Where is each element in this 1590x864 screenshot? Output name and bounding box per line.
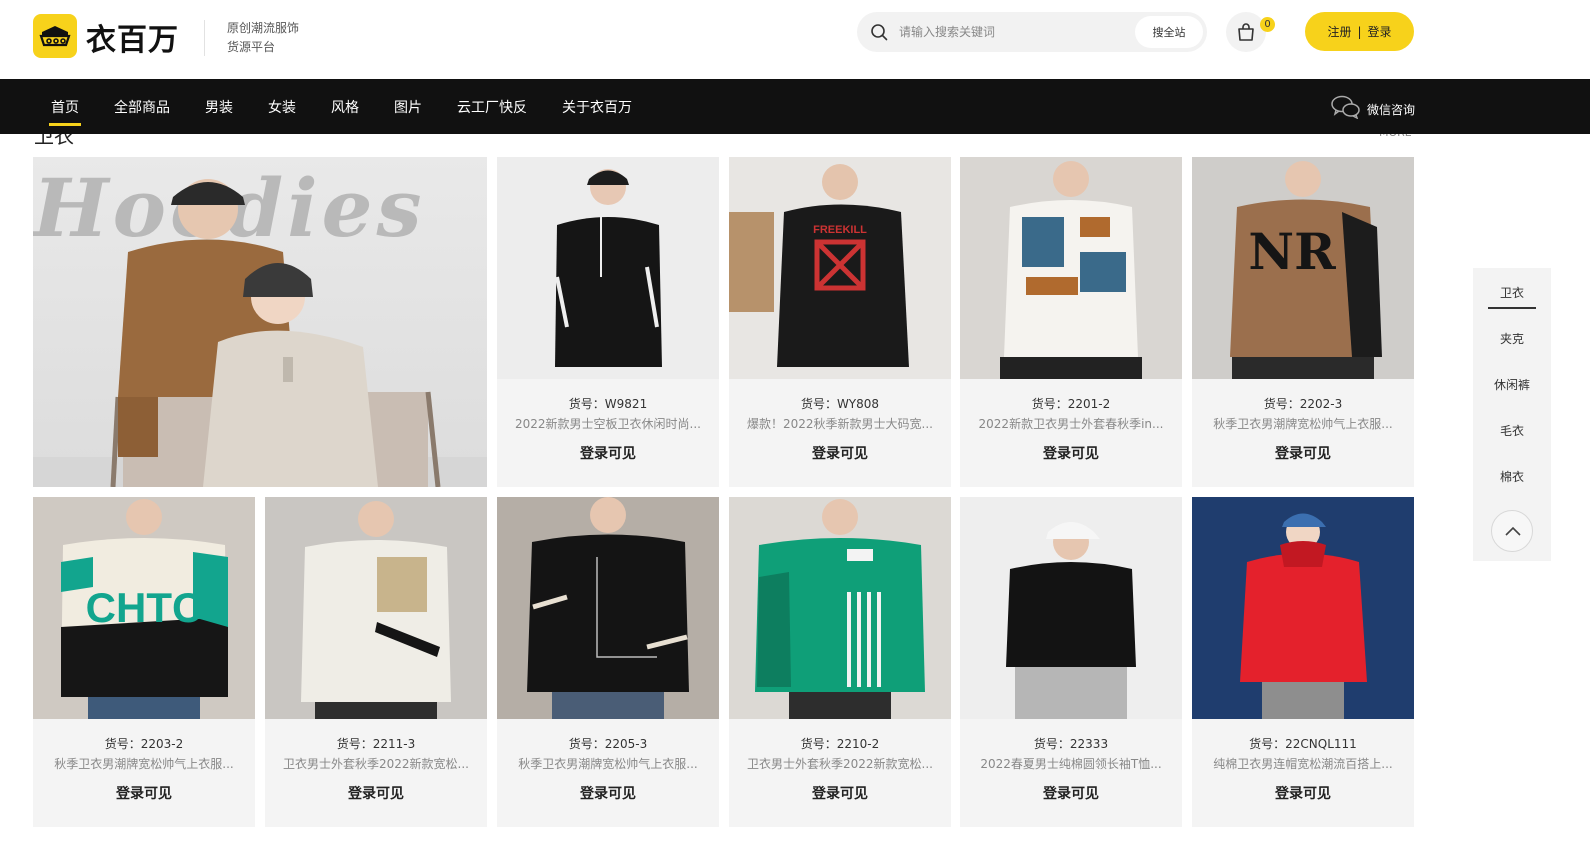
product-title[interactable]: 卫衣男士外套秋季2022新款宽松... [277,755,475,772]
product-sku: 货号：2203-2 [104,737,184,751]
product-card[interactable]: 货号：2210-2 卫衣男士外套秋季2022新款宽松... 登录可见 [729,497,951,827]
wechat-icon [1331,95,1360,119]
product-image[interactable]: FREEKILL [729,157,951,379]
side-item-hoodies[interactable]: 卫衣 [1473,284,1551,309]
product-image[interactable] [729,497,951,719]
side-item-sweaters[interactable]: 毛衣 [1473,422,1551,439]
category-side-panel: 卫衣 夹克 休闲裤 毛衣 棉衣 [1473,268,1551,561]
product-card[interactable]: 货号：22333 2022春夏男士纯棉圆领长袖T恤... 登录可见 [960,497,1182,827]
nav-item-images[interactable]: 图片 [394,97,422,117]
slogan-line-1: 原创潮流服饰 [227,21,300,35]
product-price-login[interactable]: 登录可见 [1192,443,1414,463]
wechat-label: 微信咨询 [1367,103,1416,117]
cart-count-badge: 0 [1260,17,1275,32]
header: 衣百万 原创潮流服饰 货源平台 搜全站 0 注册 | 登录 [0,0,1590,78]
logo-divider [204,20,205,56]
product-title[interactable]: 秋季卫衣男潮牌宽松帅气上衣服... [509,755,707,772]
product-price-login[interactable]: 登录可见 [960,443,1182,463]
back-to-top-button[interactable] [1491,510,1533,552]
product-image[interactable]: CHTC [33,497,255,719]
product-title[interactable]: 爆款！2022秋季新款男士大码宽... [741,415,939,432]
product-image[interactable] [497,157,719,379]
shopping-bag-icon [1238,23,1254,41]
auth-buttons: 注册 | 登录 [1305,12,1414,51]
auth-separator: | [1357,24,1362,39]
search-bar: 搜全站 [857,12,1207,52]
product-card[interactable]: CHTC 货号：2203-2 秋季卫衣男潮牌宽松帅气上衣服... 登录可见 [33,497,255,827]
product-price-login[interactable]: 登录可见 [33,783,255,803]
product-price-login[interactable]: 登录可见 [497,443,719,463]
product-card[interactable]: 货号：2205-3 秋季卫衣男潮牌宽松帅气上衣服... 登录可见 [497,497,719,827]
nav-item-all-products[interactable]: 全部商品 [114,97,170,117]
product-sku: 货号：22333 [1033,737,1109,751]
slogan-line-2: 货源平台 [227,40,276,54]
product-title[interactable]: 秋季卫衣男潮牌宽松帅气上衣服... [1204,415,1402,432]
product-price-login[interactable]: 登录可见 [729,783,951,803]
register-link[interactable]: 注册 [1327,23,1351,40]
print-text: NR [1248,222,1336,281]
product-price-login[interactable]: 登录可见 [497,783,719,803]
logo-text[interactable]: 衣百万 [86,15,179,59]
login-link[interactable]: 登录 [1368,23,1392,40]
product-sku: 货号：WY808 [800,397,880,411]
nav-item-about[interactable]: 关于衣百万 [562,97,632,117]
product-title[interactable]: 2022新款卫衣男士外套春秋季in... [972,415,1170,432]
banner-models-illustration [33,179,487,487]
product-price-login[interactable]: 登录可见 [1192,783,1414,803]
product-title[interactable]: 卫衣男士外套秋季2022新款宽松... [741,755,939,772]
search-input[interactable] [899,20,1119,44]
product-image[interactable] [960,157,1182,379]
product-image[interactable] [1192,497,1414,719]
nav-item-womenswear[interactable]: 女装 [268,97,296,117]
product-title[interactable]: 纯棉卫衣男连帽宽松潮流百搭上... [1204,755,1402,772]
category-banner-image[interactable]: Hoodies [33,157,487,487]
product-card[interactable]: FREEKILL 货号：WY808 爆款！2022秋季新款男士大码宽... 登录… [729,157,951,487]
main-nav: 首页 全部商品 男装 女装 风格 图片 云工厂快反 关于衣百万 微信咨询 [0,79,1590,134]
product-card[interactable]: 货号：22CNQL111 纯棉卫衣男连帽宽松潮流百搭上... 登录可见 [1192,497,1414,827]
nav-item-menswear[interactable]: 男装 [205,97,233,117]
product-sku: 货号：2210-2 [800,737,880,751]
product-image[interactable]: NR [1192,157,1414,379]
chevron-up-icon [1505,526,1521,536]
nav-item-cloud-factory[interactable]: 云工厂快反 [457,97,527,117]
side-item-jackets[interactable]: 夹克 [1473,330,1551,347]
product-sku: 货号：22CNQL111 [1249,737,1357,751]
side-item-casual-pants[interactable]: 休闲裤 [1473,376,1551,393]
product-sku: 货号：W9821 [568,397,648,411]
product-sku: 货号：2211-3 [336,737,416,751]
product-sku: 货号：2202-3 [1263,397,1343,411]
side-item-cotton-coats[interactable]: 棉衣 [1473,468,1551,485]
cart-button[interactable] [1226,12,1266,52]
product-card[interactable]: 货号：2201-2 2022新款卫衣男士外套春秋季in... 登录可见 [960,157,1182,487]
product-price-login[interactable]: 登录可见 [265,783,487,803]
product-title[interactable]: 2022春夏男士纯棉圆领长袖T恤... [972,755,1170,772]
product-image[interactable] [960,497,1182,719]
search-button[interactable]: 搜全站 [1135,16,1203,48]
logo-icon[interactable] [33,14,77,58]
product-card[interactable]: 货号：2211-3 卫衣男士外套秋季2022新款宽松... 登录可见 [265,497,487,827]
product-price-login[interactable]: 登录可见 [729,443,951,463]
nav-item-home[interactable]: 首页 [49,97,81,126]
nav-item-style[interactable]: 风格 [331,97,359,117]
product-title[interactable]: 秋季卫衣男潮牌宽松帅气上衣服... [45,755,243,772]
slogan: 原创潮流服饰 货源平台 [227,19,299,57]
product-image[interactable] [497,497,719,719]
print-text: CHTC [86,584,203,631]
print-text: FREEKILL [813,224,867,236]
product-image[interactable] [265,497,487,719]
product-sku: 货号：2205-3 [568,737,648,751]
product-price-login[interactable]: 登录可见 [960,783,1182,803]
product-title[interactable]: 2022新款男士空板卫衣休闲时尚... [509,415,707,432]
search-icon [871,24,888,41]
product-sku: 货号：2201-2 [1031,397,1111,411]
product-card[interactable]: NR 货号：2202-3 秋季卫衣男潮牌宽松帅气上衣服... 登录可见 [1192,157,1414,487]
product-card[interactable]: 货号：W9821 2022新款男士空板卫衣休闲时尚... 登录可见 [497,157,719,487]
